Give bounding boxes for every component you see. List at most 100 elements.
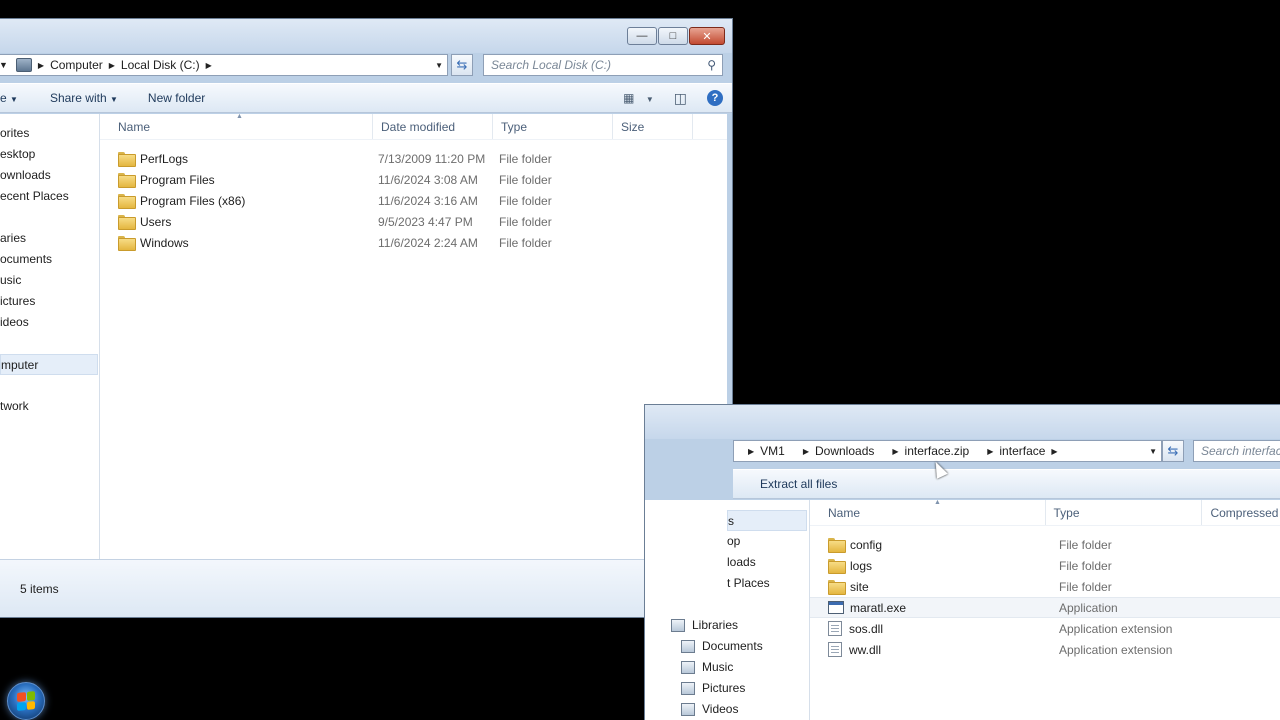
- search-input[interactable]: Search Local Disk (C:) ⚲: [483, 54, 723, 76]
- extract-all-files-button[interactable]: Extract all files: [733, 477, 847, 491]
- pictures-icon: [681, 682, 695, 695]
- column-header-type[interactable]: Type: [1046, 500, 1203, 525]
- file-name: sos.dll: [849, 621, 884, 636]
- nav-item[interactable]: ownloads: [0, 165, 98, 186]
- item-count: 5 items: [20, 581, 59, 596]
- file-icon: [828, 621, 842, 636]
- back-arrow-icon[interactable]: ▼: [0, 60, 10, 70]
- file-name: Program Files: [140, 172, 215, 187]
- breadcrumb-item[interactable]: VM1: [756, 444, 789, 458]
- maximize-button[interactable]: □: [658, 27, 688, 45]
- navigation-pane: s op loads t Places Libraries Documents Music…: [645, 500, 810, 720]
- file-row[interactable]: logs File folder: [810, 555, 1280, 576]
- chevron-right-icon[interactable]: ▶: [973, 447, 995, 456]
- nav-item[interactable]: usic: [0, 270, 98, 291]
- file-row[interactable]: Windows 11/6/2024 2:24 AM File folder: [100, 232, 727, 253]
- file-name-cell: Program Files (x86): [100, 194, 373, 209]
- file-row[interactable]: Program Files (x86) 11/6/2024 3:16 AM File…: [100, 190, 727, 211]
- command-bar: Extract all files: [733, 469, 1280, 499]
- breadcrumb-item[interactable]: interface: [995, 444, 1049, 458]
- file-name-cell: sos.dll: [810, 621, 1050, 636]
- view-options-button[interactable]: ▦ ▼: [613, 91, 664, 105]
- folder-icon: [118, 236, 136, 251]
- breadcrumb-item[interactable]: Downloads: [811, 444, 878, 458]
- refresh-icon: ⇆: [456, 57, 468, 72]
- file-row[interactable]: site File folder: [810, 576, 1280, 597]
- organize-menu[interactable]: e ▼: [0, 91, 28, 105]
- chevron-right-icon[interactable]: ▶: [789, 447, 811, 456]
- nav-item-videos[interactable]: Videos: [671, 699, 763, 720]
- nav-item[interactable]: aries: [0, 228, 98, 249]
- address-bar[interactable]: ▶ VM1 ▶ Downloads ▶ interface.zip ▶ interface ▶ ▼: [733, 440, 1162, 462]
- file-type: Application extension: [1059, 621, 1173, 636]
- column-type-label: Type: [1053, 505, 1080, 520]
- nav-item[interactable]: mputer: [0, 354, 98, 375]
- nav-item[interactable]: ocuments: [0, 249, 98, 270]
- file-row[interactable]: Users 9/5/2023 4:47 PM File folder: [100, 211, 727, 232]
- file-row[interactable]: config File folder: [810, 534, 1280, 555]
- file-name-cell: Windows: [100, 236, 373, 251]
- column-header-compressed[interactable]: Compressed: [1202, 500, 1280, 525]
- column-name-label: Name: [118, 119, 151, 134]
- nav-item-pictures[interactable]: Pictures: [671, 678, 763, 699]
- nav-item-music[interactable]: Music: [671, 657, 763, 678]
- help-icon[interactable]: ?: [697, 90, 732, 106]
- breadcrumb-local-disk[interactable]: Local Disk (C:): [117, 58, 204, 72]
- file-type: Application extension: [1059, 642, 1173, 657]
- title-bar[interactable]: [645, 405, 1280, 439]
- title-bar[interactable]: [0, 19, 732, 53]
- file-name: site: [850, 579, 869, 594]
- column-header-name[interactable]: ▲ Name: [100, 113, 373, 139]
- chevron-right-icon[interactable]: ▶: [1049, 447, 1059, 456]
- nav-item[interactable]: esktop: [0, 144, 98, 165]
- chevron-right-icon[interactable]: ▶: [878, 447, 900, 456]
- refresh-button[interactable]: ⇆: [1162, 440, 1184, 462]
- nav-item[interactable]: op: [727, 531, 807, 552]
- search-input[interactable]: Search interfac: [1193, 440, 1280, 462]
- search-icon: ⚲: [707, 58, 716, 72]
- chevron-right-icon[interactable]: ▶: [734, 447, 756, 456]
- share-with-label: Share with: [49, 91, 107, 105]
- column-type-label: Type: [501, 119, 528, 134]
- breadcrumb-item[interactable]: interface.zip: [901, 444, 974, 458]
- minimize-button[interactable]: —: [627, 27, 657, 45]
- computer-icon: [15, 58, 32, 72]
- file-row[interactable]: sos.dll Application extension: [810, 618, 1280, 639]
- new-folder-button[interactable]: New folder: [138, 91, 215, 105]
- nav-item-documents[interactable]: Documents: [671, 636, 763, 657]
- nav-item[interactable]: loads: [727, 552, 807, 573]
- refresh-button[interactable]: ⇆: [451, 54, 473, 76]
- preview-pane-icon[interactable]: ◫: [664, 90, 697, 107]
- explorer-window-interface-zip: ▶ VM1 ▶ Downloads ▶ interface.zip ▶ interface ▶ ▼…: [644, 404, 1280, 720]
- address-bar[interactable]: ▼ ▶ Computer ▶ Local Disk (C:) ▶ ▼: [0, 54, 448, 76]
- address-dropdown-icon[interactable]: ▼: [433, 61, 447, 70]
- file-row[interactable]: PerfLogs 7/13/2009 11:20 PM File folder: [100, 148, 727, 169]
- breadcrumb-computer[interactable]: Computer: [46, 58, 107, 72]
- nav-item[interactable]: ictures: [0, 291, 98, 312]
- address-dropdown-icon[interactable]: ▼: [1147, 447, 1161, 456]
- file-date: 7/13/2009 11:20 PM: [378, 151, 486, 166]
- file-row[interactable]: ww.dll Application extension: [810, 639, 1280, 660]
- nav-item[interactable]: orites: [0, 123, 98, 144]
- file-row[interactable]: maratl.exe Application: [810, 597, 1280, 618]
- close-button[interactable]: ✕: [689, 27, 725, 45]
- chevron-right-icon[interactable]: ▶: [204, 61, 214, 70]
- chevron-right-icon[interactable]: ▶: [36, 61, 46, 70]
- file-type: Application: [1059, 600, 1118, 615]
- nav-item[interactable]: twork: [0, 396, 98, 417]
- column-header-date[interactable]: Date modified: [373, 114, 493, 139]
- column-header-type[interactable]: Type: [493, 114, 613, 139]
- start-button[interactable]: [7, 682, 45, 720]
- share-with-menu[interactable]: Share with ▼: [40, 91, 128, 105]
- windows-logo-icon: [17, 691, 35, 711]
- column-header-size[interactable]: Size: [613, 114, 693, 139]
- file-type: File folder: [499, 172, 552, 187]
- nav-item[interactable]: s: [727, 510, 807, 531]
- nav-item[interactable]: ecent Places: [0, 186, 98, 207]
- file-row[interactable]: Program Files 11/6/2024 3:08 AM File folde…: [100, 169, 727, 190]
- chevron-right-icon[interactable]: ▶: [107, 61, 117, 70]
- column-header-name[interactable]: ▲ Name: [810, 499, 1046, 525]
- nav-item-libraries[interactable]: Libraries: [671, 615, 763, 636]
- nav-item[interactable]: t Places: [727, 573, 807, 594]
- nav-item[interactable]: ideos: [0, 312, 98, 333]
